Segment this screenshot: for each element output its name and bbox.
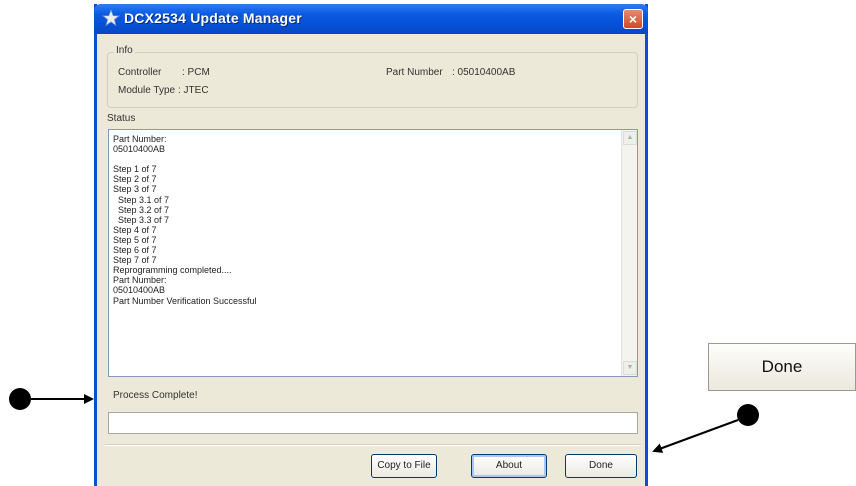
callout-overlay <box>9 388 759 453</box>
callout-right <box>652 404 759 453</box>
callout-left <box>9 388 94 410</box>
callout-dot-right <box>737 404 759 426</box>
callout-dot-left <box>9 388 31 410</box>
callout-arrow-right <box>652 419 739 453</box>
